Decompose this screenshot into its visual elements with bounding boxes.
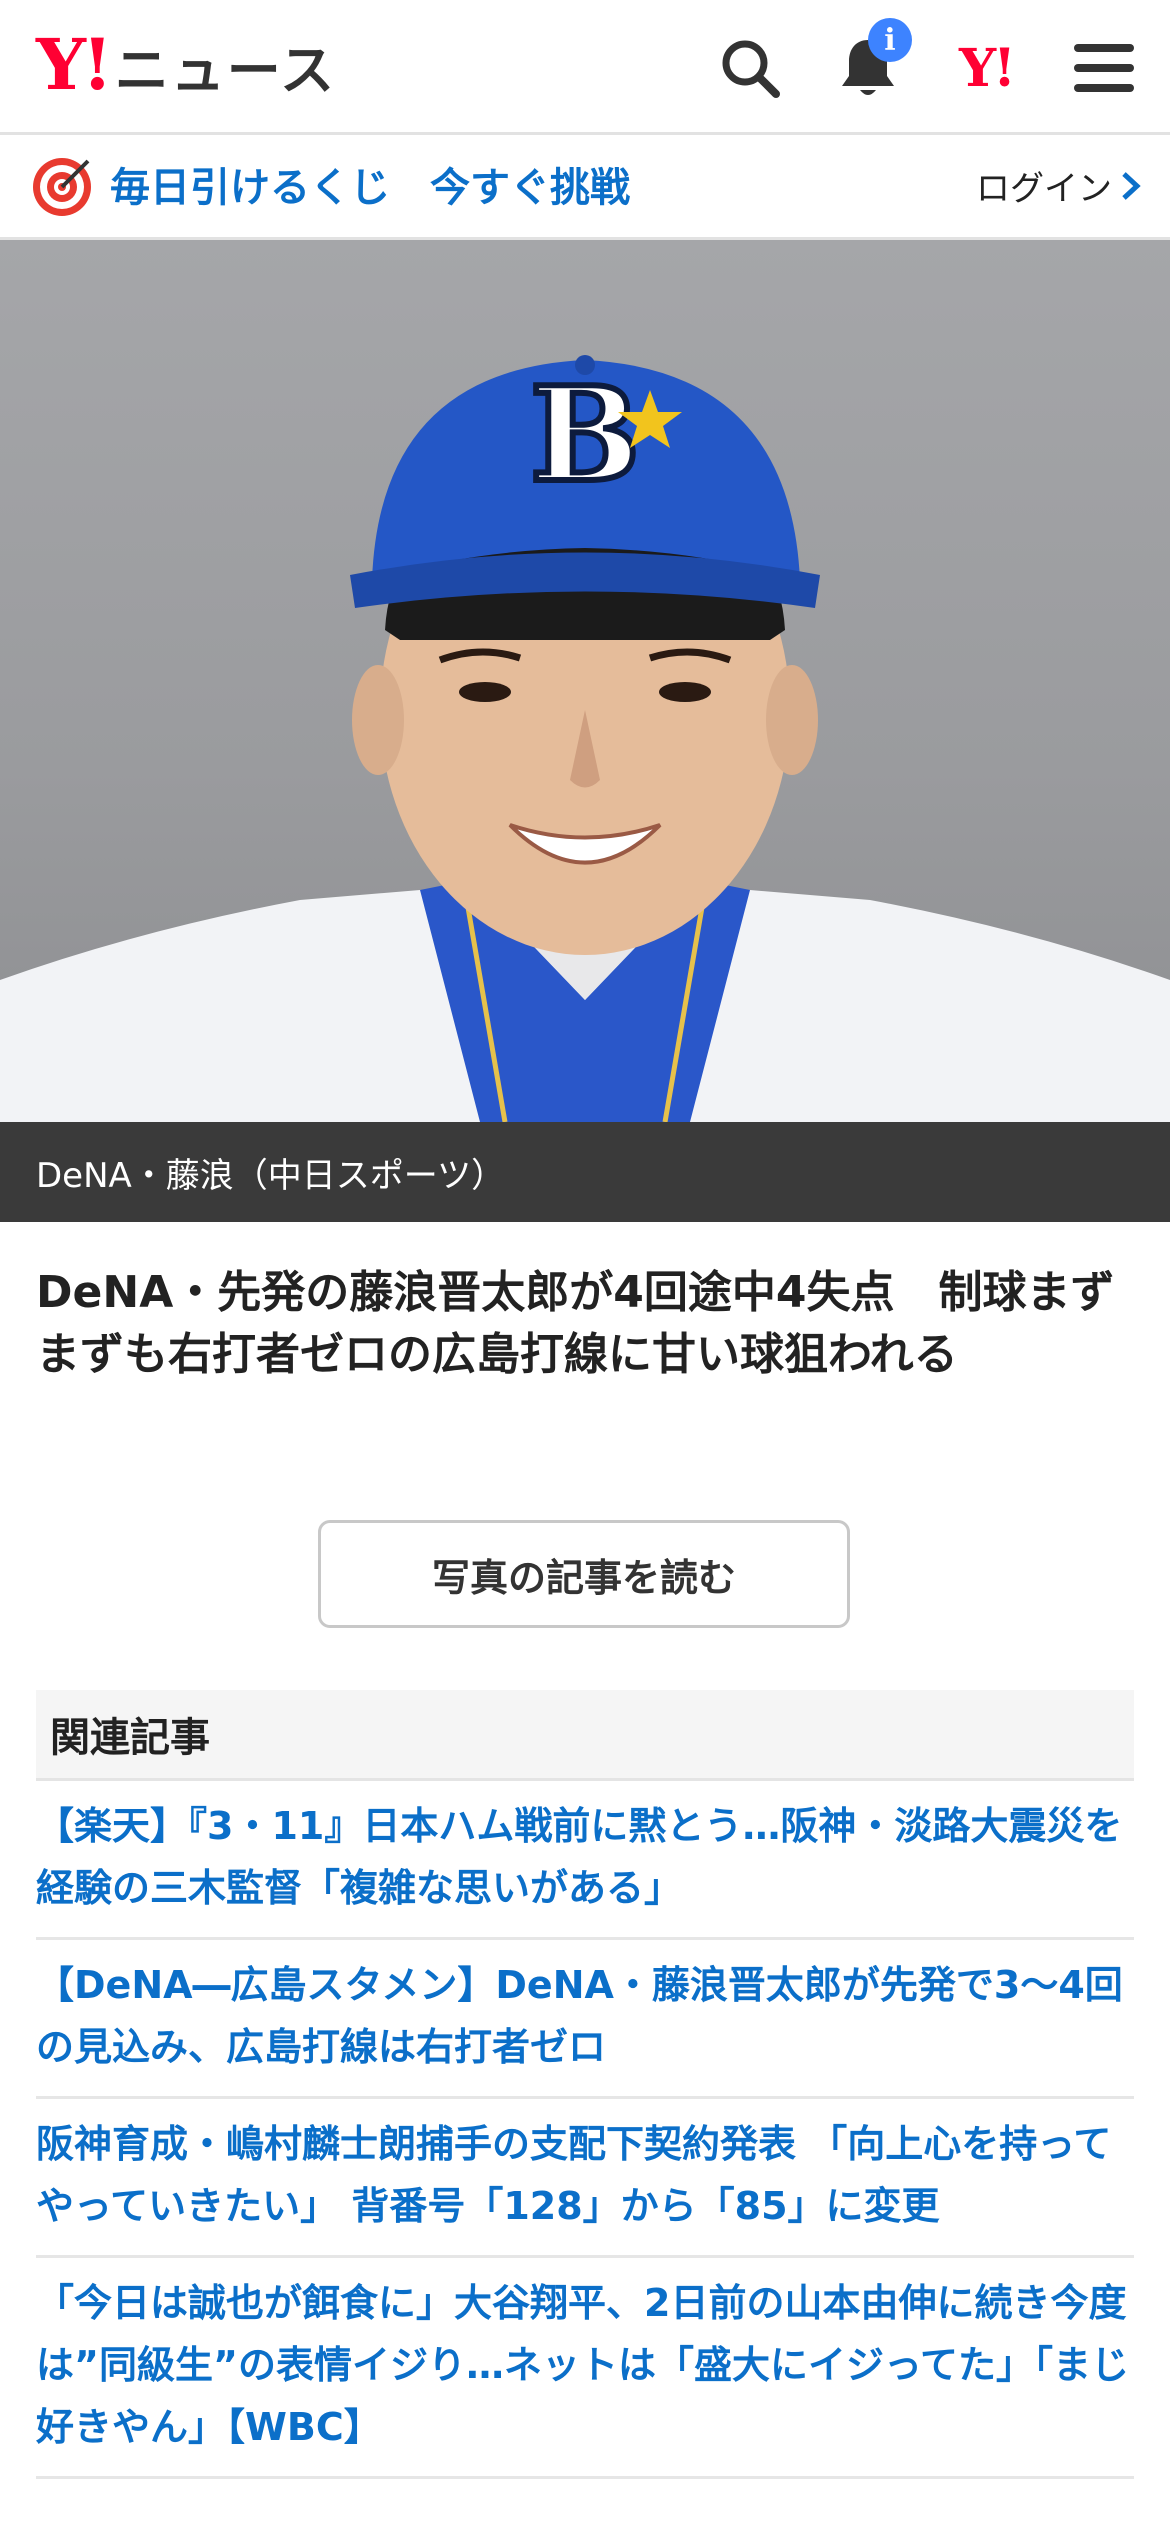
target-icon[interactable] <box>30 155 94 219</box>
yahoo-news-logo[interactable]: Y! ニュース <box>36 23 336 106</box>
related-article-link[interactable]: 阪神育成・嶋村麟士朗捕手の支配下契約発表 「向上心を持ってやっていきたい」 背番… <box>36 2099 1134 2258</box>
lottery-link[interactable]: 毎日引けるくじ 今すぐ挑戦 <box>110 155 630 213</box>
hamburger-menu-icon <box>1074 44 1134 92</box>
login-link[interactable]: ログイン <box>976 161 1142 210</box>
search-button[interactable] <box>712 30 788 106</box>
yahoo-mark-icon: Y! <box>959 37 1016 99</box>
menu-button[interactable] <box>1066 30 1142 106</box>
yahoo-logo-mark: Y! <box>36 23 113 106</box>
login-label: ログイン <box>976 169 1112 209</box>
chevron-right-icon <box>1122 171 1141 200</box>
svg-text:B: B <box>530 358 640 511</box>
notification-badge: i <box>868 18 912 62</box>
notification-button[interactable]: i <box>830 18 912 106</box>
related-articles-heading: 関連記事 <box>36 1690 1134 1781</box>
app-header: Y! ニュース i Y! <box>0 0 1170 135</box>
read-article-button[interactable]: 写真の記事を読む <box>318 1520 850 1628</box>
photo-caption: DeNA・藤浪（中日スポーツ） <box>0 1122 1170 1222</box>
lottery-promo-bar: 毎日引けるくじ 今すぐ挑戦 ログイン <box>0 135 1170 240</box>
related-articles: 関連記事 【楽天】『3・11』日本ハム戦前に黙とう…阪神・淡路大震災を経験の三木… <box>36 1690 1134 2479</box>
related-article-link[interactable]: 「今日は誠也が餌食に」大谷翔平、2日前の山本由伸に続き今度は”同級生”の表情イジ… <box>36 2258 1134 2479</box>
news-logo-text: ニュース <box>114 38 337 102</box>
article-photo[interactable]: B <box>0 240 1170 1122</box>
related-article-link[interactable]: 【楽天】『3・11』日本ハム戦前に黙とう…阪神・淡路大震災を経験の三木監督「複雑… <box>36 1781 1134 1940</box>
yahoo-home-button[interactable]: Y! <box>948 30 1024 106</box>
related-article-link[interactable]: 【DeNA―広島スタメン】DeNA・藤浪晋太郎が先発で3〜4回の見込み、広島打線… <box>36 1940 1134 2099</box>
article-title: DeNA・先発の藤浪晋太郎が4回途中4失点 制球まずまずも右打者ゼロの広島打線に… <box>36 1267 1115 1380</box>
player-portrait: B <box>0 355 1170 1122</box>
search-icon <box>722 40 780 98</box>
